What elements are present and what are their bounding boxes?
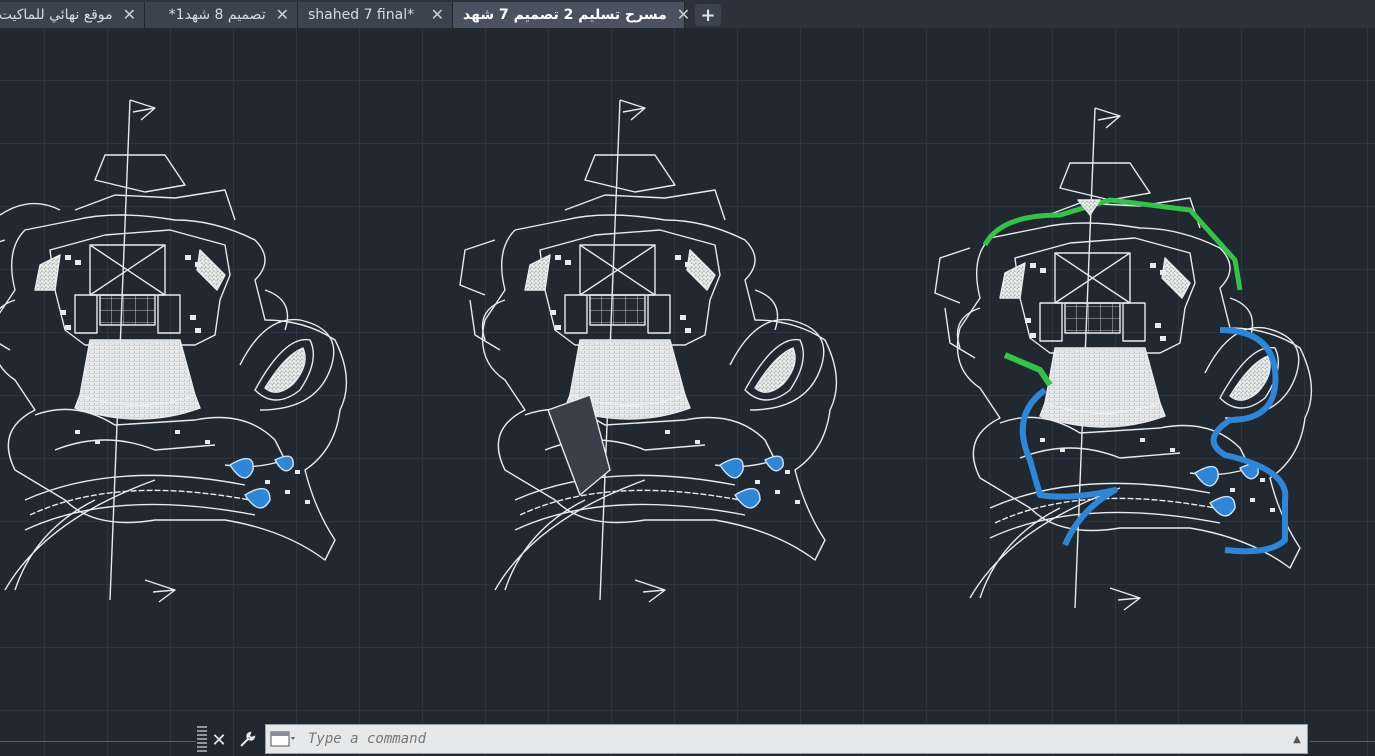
file-tab-label: موقع نهائي للماكيت xyxy=(0,7,113,23)
cad-drawing xyxy=(0,99,1313,611)
terminal-icon xyxy=(270,731,295,747)
wrench-icon-graphic xyxy=(240,731,256,747)
floor-plan-right xyxy=(934,107,1313,611)
command-input[interactable] xyxy=(300,725,1287,753)
file-tab-2[interactable]: تصميم 8 شهد1* ✕ xyxy=(145,2,298,28)
file-tab-label: shahed 7 final* xyxy=(308,7,415,23)
command-line: ▲ xyxy=(265,724,1308,754)
close-commandline-icon[interactable]: ✕ xyxy=(208,728,230,752)
commandline-grip-handle[interactable] xyxy=(197,726,207,752)
chevron-up-icon[interactable]: ▲ xyxy=(1287,734,1307,745)
canvas-divider xyxy=(1310,741,1375,742)
floor-plan-middle xyxy=(459,99,838,603)
new-tab-button[interactable]: + xyxy=(695,4,721,26)
command-history-icon[interactable] xyxy=(266,725,300,753)
file-tab-label: تصميم 8 شهد1* xyxy=(168,7,266,23)
canvas-divider xyxy=(0,741,196,742)
file-tab-3[interactable]: shahed 7 final* ✕ xyxy=(298,2,453,28)
file-tab-1[interactable]: موقع نهائي للماكيت ✕ xyxy=(0,2,145,28)
wrench-icon[interactable] xyxy=(236,728,258,752)
floor-plan-left xyxy=(0,99,348,603)
close-icon[interactable]: ✕ xyxy=(276,7,289,23)
close-icon[interactable]: ✕ xyxy=(677,7,690,23)
file-tab-bar: موقع نهائي للماكيت ✕ تصميم 8 شهد1* ✕ sha… xyxy=(0,0,1375,28)
file-tab-label: مسرح تسليم 2 تصميم 7 شهد xyxy=(463,7,667,23)
drawing-canvas[interactable] xyxy=(0,28,1375,756)
close-icon[interactable]: ✕ xyxy=(123,7,136,23)
close-icon[interactable]: ✕ xyxy=(431,7,444,23)
file-tab-active[interactable]: مسرح تسليم 2 تصميم 7 شهد ✕ xyxy=(453,2,690,28)
